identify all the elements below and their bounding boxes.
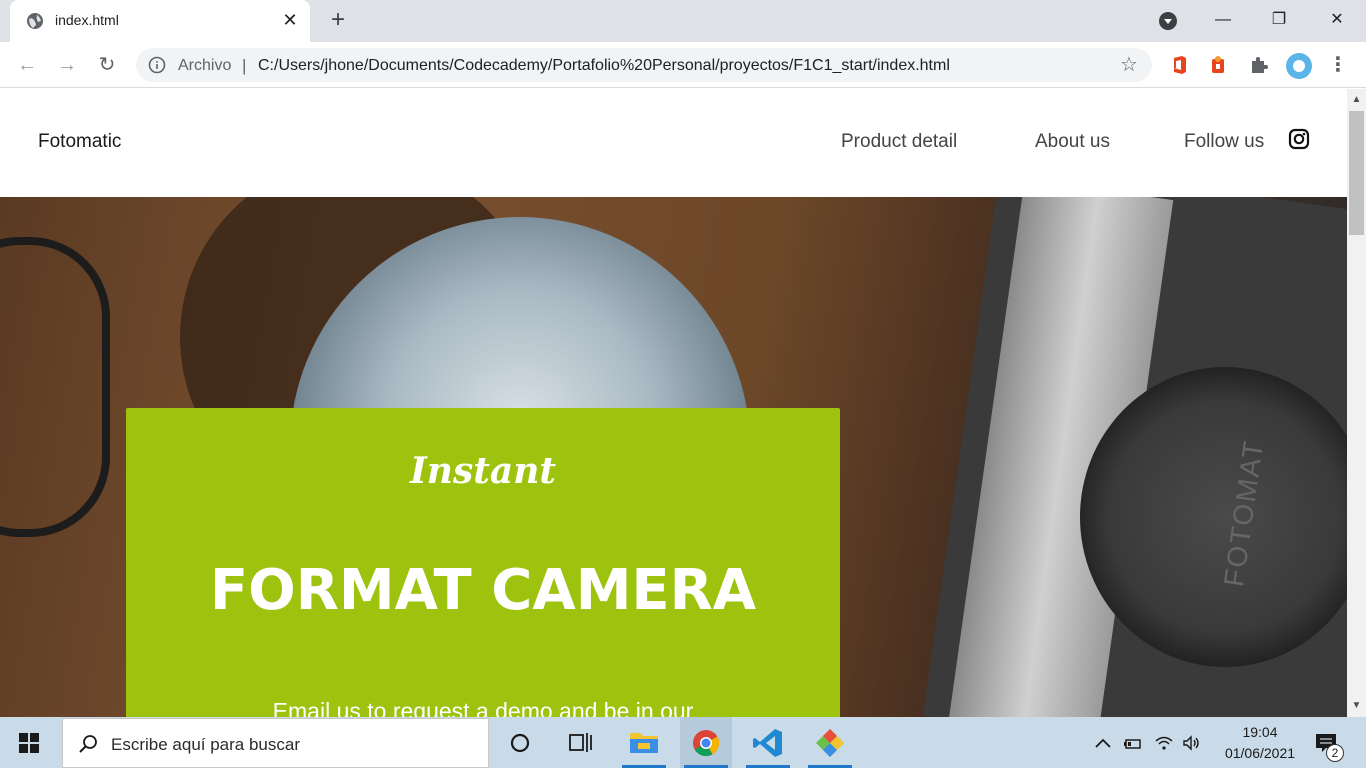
clock-time[interactable]: 19:04	[1230, 724, 1290, 740]
globe-icon	[27, 13, 43, 29]
site-navbar: Fotomatic Product detail About us Follow…	[0, 89, 1347, 197]
page-viewport: Fotomatic Product detail About us Follow…	[0, 89, 1347, 717]
reload-button[interactable]: ↻	[92, 50, 122, 80]
bookmark-star-icon[interactable]: ☆	[1118, 54, 1140, 76]
wifi-icon[interactable]	[1154, 734, 1174, 752]
address-bar[interactable]: Archivo | C:/Users/jhone/Documents/Codec…	[136, 48, 1152, 82]
forward-button[interactable]: →	[52, 50, 82, 80]
page-scrollbar[interactable]: ▲ ▼	[1347, 89, 1366, 717]
close-window-button[interactable]: ✕	[1314, 0, 1360, 40]
browser-tab[interactable]: index.html ✕	[10, 0, 310, 42]
promo-card: Instant FORMAT CAMERA Email us to reques…	[126, 408, 840, 717]
windows-start-icon[interactable]	[18, 732, 40, 754]
git-icon[interactable]	[804, 717, 856, 768]
omnibox-separator: |	[242, 56, 247, 75]
vscode-icon[interactable]	[742, 717, 794, 768]
maximize-button[interactable]: ❐	[1256, 0, 1302, 40]
file-explorer-icon[interactable]	[618, 717, 670, 768]
battery-icon[interactable]	[1122, 734, 1142, 752]
office-icon[interactable]	[1168, 54, 1190, 76]
clock-date[interactable]: 01/06/2021	[1212, 745, 1308, 761]
info-icon[interactable]	[148, 56, 166, 74]
cortana-icon[interactable]	[494, 717, 546, 768]
notification-center-icon[interactable]: 2	[1314, 732, 1346, 762]
tab-search-icon[interactable]	[1158, 11, 1178, 31]
url-text[interactable]: C:/Users/jhone/Documents/Codecademy/Port…	[258, 57, 950, 75]
chevron-up-icon[interactable]	[1093, 734, 1113, 752]
hero-glasses	[0, 237, 110, 537]
instagram-icon[interactable]	[1288, 128, 1310, 150]
nav-link-follow-us[interactable]: Follow us	[1184, 131, 1264, 153]
browser-menu-icon[interactable]: ⋮	[1328, 52, 1348, 78]
minimize-button[interactable]: —	[1200, 0, 1246, 40]
browser-toolbar: ← → ↻ Archivo | C:/Users/jhone/Documents…	[0, 42, 1366, 88]
back-button[interactable]: ←	[12, 50, 42, 80]
scroll-up-arrow[interactable]: ▲	[1347, 93, 1366, 107]
task-view-icon[interactable]	[554, 717, 606, 768]
search-icon	[79, 735, 97, 753]
new-tab-button[interactable]: +	[325, 8, 351, 34]
tab-strip: index.html ✕ + — ❐ ✕	[0, 0, 1366, 42]
promo-title: FORMAT CAMERA	[209, 558, 757, 623]
red-extension-icon[interactable]	[1207, 54, 1229, 76]
notification-count-badge: 2	[1326, 744, 1344, 762]
chrome-icon[interactable]	[680, 717, 732, 768]
nav-link-product-detail[interactable]: Product detail	[841, 131, 957, 153]
search-placeholder: Escribe aquí para buscar	[111, 735, 300, 754]
volume-icon[interactable]	[1181, 734, 1201, 752]
puzzle-icon[interactable]	[1248, 54, 1270, 76]
promo-text: Email us to request a demo and be in our	[272, 698, 694, 717]
security-label: Archivo	[178, 57, 232, 74]
hero-image: FOTOMAT Instant FORMAT CAMERA Email us t…	[0, 197, 1347, 717]
taskbar-search-input[interactable]: Escribe aquí para buscar	[62, 718, 489, 768]
profile-avatar[interactable]	[1286, 53, 1312, 79]
scroll-down-arrow[interactable]: ▼	[1347, 699, 1366, 713]
tab-title: index.html	[55, 12, 119, 28]
windows-taskbar: Escribe aquí para buscar 19:04 01/06/202…	[0, 717, 1366, 768]
profile-avatar-center	[1293, 60, 1305, 72]
tab-close-icon[interactable]: ✕	[280, 10, 300, 30]
nav-link-about-us[interactable]: About us	[1035, 131, 1110, 153]
site-logo[interactable]: Fotomatic	[38, 131, 121, 153]
scroll-thumb[interactable]	[1349, 111, 1364, 235]
promo-script-word: Instant	[409, 450, 557, 492]
